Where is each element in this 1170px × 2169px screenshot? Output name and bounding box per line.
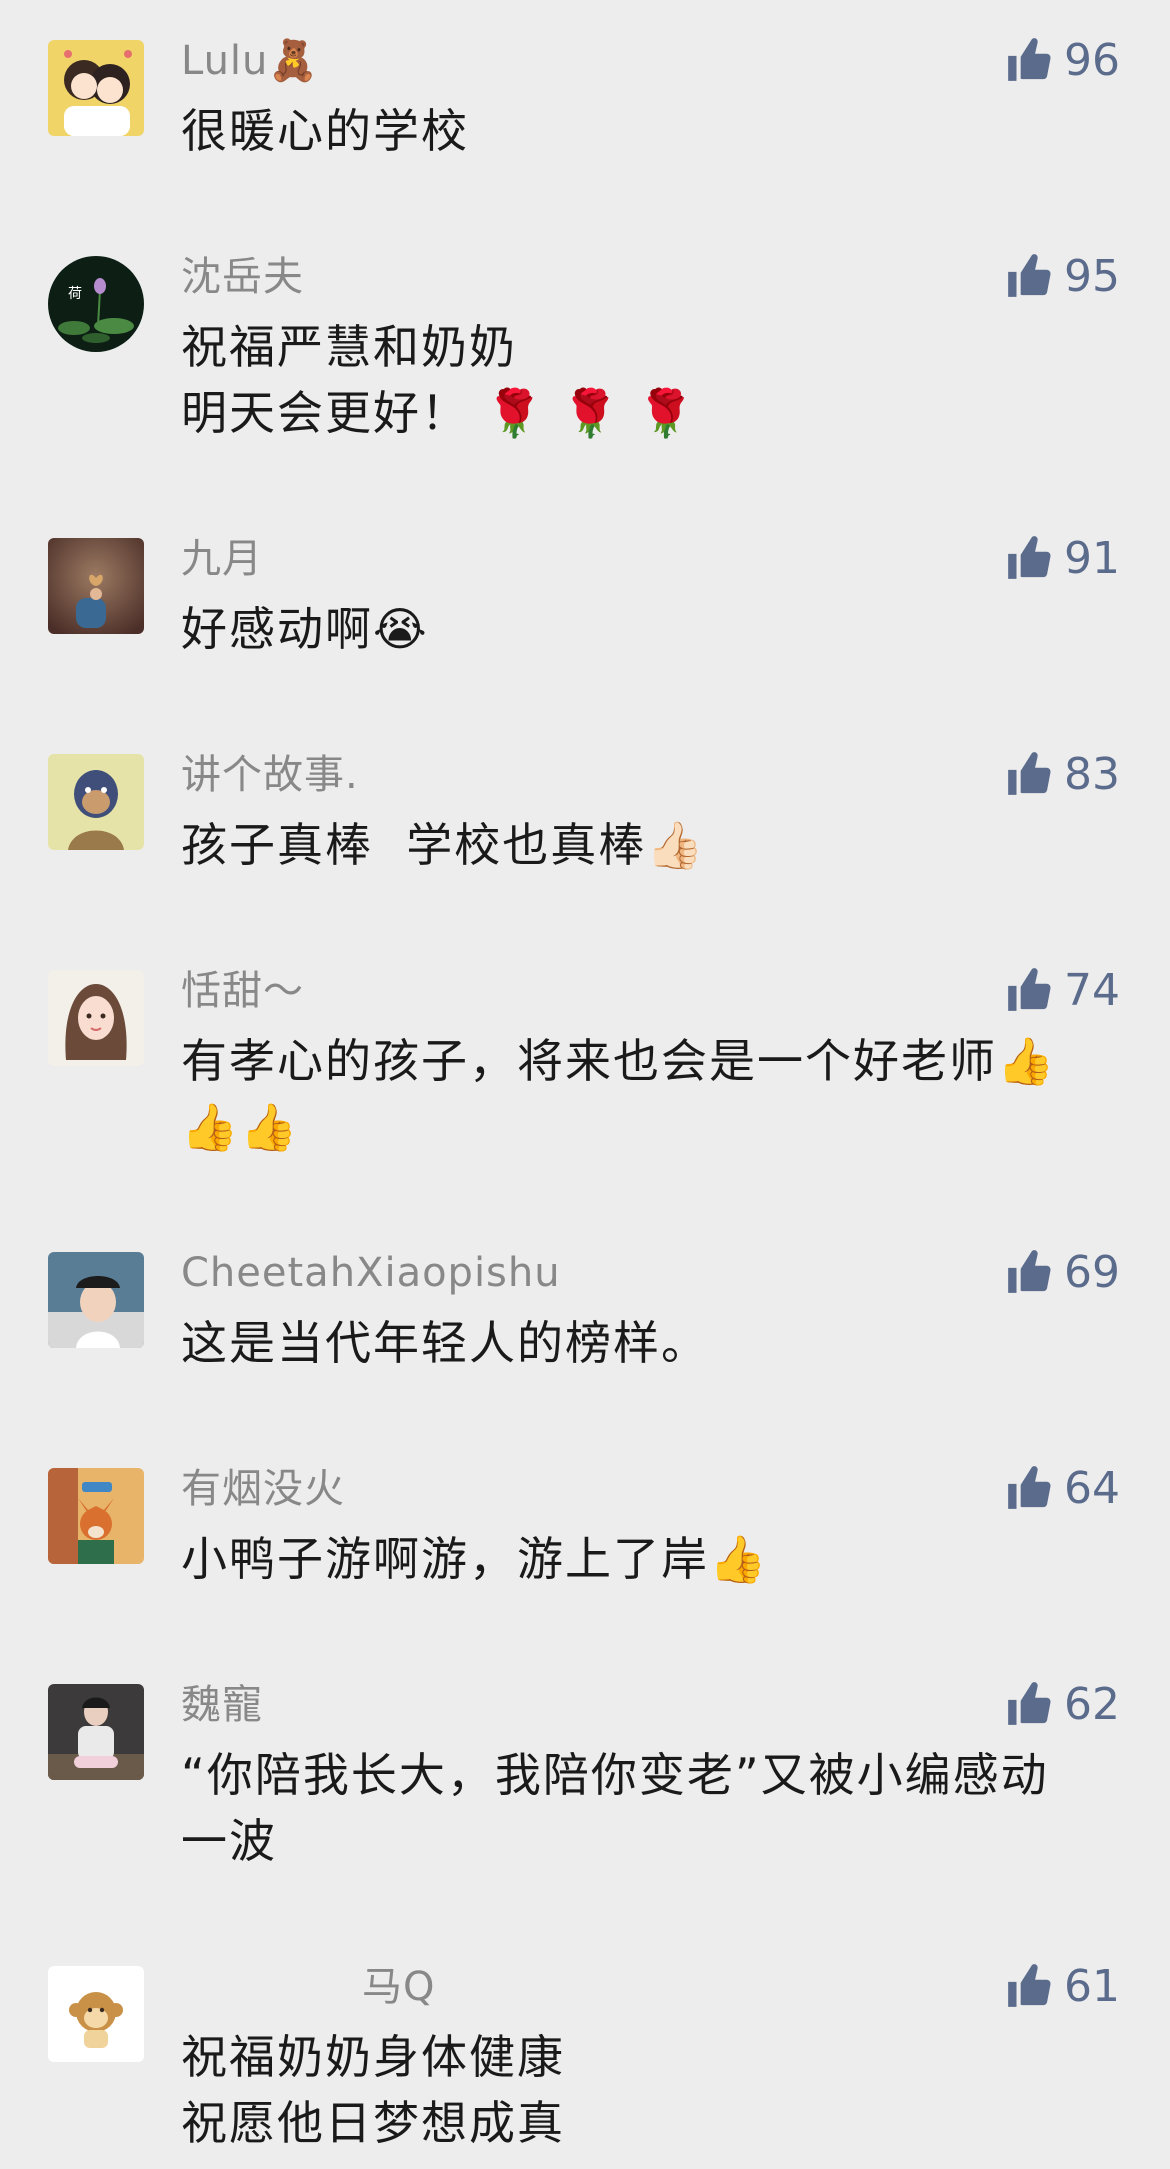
commenter-name[interactable]: 马Q [362,1962,435,2012]
comment-text: 很暖心的学校 [181,104,469,158]
thumbs-up-icon [1008,752,1051,795]
lotus-avatar-icon: 荷 [48,256,144,352]
avatar[interactable] [48,970,144,1066]
like-count: 91 [1064,532,1120,584]
commenter-name[interactable]: CheetahXiaopishu [181,1248,561,1298]
commenter-name[interactable]: 九月 [181,534,263,584]
like-count: 61 [1064,1960,1120,2012]
thumbs-up-icon [1008,254,1051,297]
like-count: 74 [1064,964,1120,1016]
seated-person-avatar-icon [48,1684,144,1780]
like-count: 95 [1064,250,1120,302]
comment-text: 小鸭子游啊游，游上了岸👍 [181,1532,769,1586]
avatar[interactable] [48,1252,144,1348]
avatar[interactable] [48,1966,144,2062]
thumbs-up-icon [1008,968,1051,1011]
commenter-name[interactable]: 恬甜～ [181,966,304,1016]
commenter-name[interactable]: 有烟没火 [181,1464,345,1514]
comment-text: 好感动啊😭 [181,602,429,656]
thumbs-up-icon [1008,1466,1051,1509]
comment-text: 祝福奶奶身体健康 祝愿他日梦想成真 [181,2030,565,2150]
like-count: 62 [1064,1678,1120,1730]
like-button[interactable]: 64 [1004,1458,1120,1518]
thumbs-up-icon [1008,1250,1051,1293]
fox-avatar-icon [48,1468,144,1564]
avatar[interactable] [48,754,144,850]
two-girls-avatar-icon [48,40,144,136]
avatar[interactable] [48,1468,144,1564]
avatar[interactable] [48,40,144,136]
comment-text: 有孝心的孩子，将来也会是一个好老师👍 👍👍 [181,1034,1057,1154]
svg-text:荷: 荷 [68,286,82,302]
leaf-hand-avatar-icon [48,538,144,634]
like-button[interactable]: 95 [1004,246,1120,306]
commenter-name[interactable]: 讲个故事. [181,750,359,800]
like-button[interactable]: 69 [1004,1242,1120,1302]
like-button[interactable]: 61 [1004,1956,1120,2016]
commenter-name[interactable]: 魏寵 [181,1680,263,1730]
comment-text: 祝福严慧和奶奶 明天会更好！ 🌹 🌹 🌹 [181,320,697,440]
like-button[interactable]: 91 [1004,528,1120,588]
like-button[interactable]: 74 [1004,960,1120,1020]
like-count: 83 [1064,748,1120,800]
thumbs-up-icon [1008,1964,1051,2007]
avatar[interactable] [48,1684,144,1780]
thumbs-up-icon [1008,536,1051,579]
commenter-name[interactable]: Lulu🧸 [181,36,319,86]
avatar[interactable]: 荷 [48,256,144,352]
thumbs-up-icon [1008,38,1051,81]
girl-illustration-avatar-icon [48,970,144,1066]
like-count: 96 [1064,34,1120,86]
thumbs-up-icon [1008,1682,1051,1725]
like-button[interactable]: 62 [1004,1674,1120,1734]
comment-text: 这是当代年轻人的榜样。 [181,1316,709,1370]
monkey-avatar-icon [48,1966,144,2062]
like-button[interactable]: 83 [1004,744,1120,804]
comment-text: “你陪我长大，我陪你变老”又被小编感动 一波 [181,1748,1049,1868]
like-button[interactable]: 96 [1004,30,1120,90]
like-count: 69 [1064,1246,1120,1298]
comment-text: 孩子真棒 学校也真棒👍🏻 [181,818,706,872]
comment-list: Lulu🧸 很暖心的学校 96 荷 沈岳夫 祝福严慧和奶奶 明天会更好！ 🌹 🌹 [0,0,1170,2169]
person-cap-avatar-icon [48,1252,144,1348]
like-count: 64 [1064,1462,1120,1514]
ape-avatar-icon [48,754,144,850]
commenter-name[interactable]: 沈岳夫 [181,252,304,302]
avatar[interactable] [48,538,144,634]
